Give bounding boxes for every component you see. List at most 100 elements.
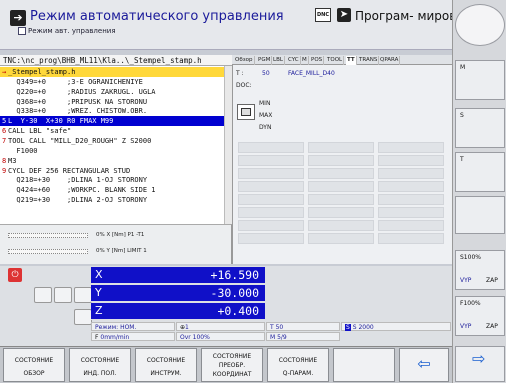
axis-key-4[interactable] xyxy=(74,309,92,325)
forward-arrow-key[interactable]: ⇨ xyxy=(455,346,505,382)
program-line[interactable]: 5L Y-30 X+30 R0 FMAX M99 xyxy=(0,116,224,127)
program-line[interactable]: F1000 xyxy=(0,146,224,156)
dyn-label: DYN xyxy=(259,124,272,131)
status-tab[interactable]: CYC xyxy=(287,56,301,65)
spindle-override-key[interactable]: S100% ZAP VYP xyxy=(455,250,505,290)
softkey-status-1[interactable]: СОСТОЯНИЕ ИНД. ПОЛ. xyxy=(69,348,131,382)
softkey-back[interactable]: ⇦ xyxy=(399,348,449,382)
status-tab[interactable]: POS xyxy=(310,56,325,65)
status-grid-cell xyxy=(378,168,444,179)
line-number: 9 xyxy=(2,166,7,175)
programming-mode-icon[interactable]: ➤ xyxy=(337,8,351,22)
s-function-key[interactable]: S xyxy=(455,108,505,148)
load-bar-x xyxy=(8,233,88,238)
program-line[interactable]: Q219=+30 ;DLINA 2-OJ STORONY xyxy=(0,195,224,205)
line-text: _Stempel_stamp.h xyxy=(8,68,76,76)
tool-name: FACE_MILL_D40 xyxy=(288,70,335,77)
t-function-key[interactable]: T xyxy=(455,152,505,192)
status-grid-cell xyxy=(238,233,304,244)
status-grid-cell xyxy=(378,181,444,192)
program-line[interactable]: Q349=+0 ;3-E OGRANICHENIYE xyxy=(0,77,224,87)
program-line[interactable]: 8 M3 xyxy=(0,156,224,166)
line-text: Q218=+30 ;DLINA 1-OJ STORONY xyxy=(8,176,148,185)
status-grid-cell xyxy=(378,233,444,244)
load-bar-y xyxy=(8,249,88,254)
status-grid-cell xyxy=(378,207,444,218)
softkey-status-4[interactable]: СОСТОЯНИЕ Q-ПАРАМ. xyxy=(267,348,329,382)
program-line[interactable]: Q368=+0 ;PRIPUSK NA STORONU xyxy=(0,97,224,107)
line-text: Q338=+0 ;WREZ. CHISTOW.OBR. xyxy=(8,107,148,116)
m-function-key[interactable]: M xyxy=(455,60,505,100)
line-text: Q219=+30 ;DLINA 2-OJ STORONY xyxy=(8,196,148,205)
softkey-label: ИНД. ПОЛ. xyxy=(83,370,117,377)
program-line[interactable]: → _Stempel_stamp.h xyxy=(0,67,224,77)
program-line[interactable]: 7 TOOL CALL "MILL_D20_ROUGH" Z S2000 xyxy=(0,136,224,146)
status-grid-cell xyxy=(308,207,374,218)
status-tabs: Обзор PGM LBL CYC M POS TOOL TT TRANS QPARA xyxy=(232,55,452,65)
status-grid-cell xyxy=(378,155,444,166)
status-tab[interactable]: Обзор xyxy=(234,56,255,65)
arrow-left-icon: ⇦ xyxy=(417,354,431,373)
axis-label: Z xyxy=(95,304,103,317)
status-tab[interactable]: TRANS xyxy=(358,56,380,65)
dnc-button[interactable]: DNC xyxy=(315,8,331,22)
status-tab[interactable]: PGM xyxy=(257,56,273,65)
softkey-status-0[interactable]: СОСТОЯНИЕ ОБЗОР xyxy=(3,348,65,382)
program-line[interactable]: 6 CALL LBL "safe" xyxy=(0,126,224,136)
program-line[interactable]: 9 CYCL DEF 256 RECTANGULAR STUD xyxy=(0,166,224,176)
axis-key-2[interactable] xyxy=(54,287,72,303)
softkey-label: СОСТОЯНИЕ xyxy=(212,353,252,360)
line-number: → xyxy=(2,68,7,76)
status-tab[interactable]: TT xyxy=(346,56,357,65)
axis-value: +0.400 xyxy=(217,304,259,318)
line-text: CALL LBL "safe" xyxy=(8,127,72,136)
axis-value: -30.000 xyxy=(210,286,259,300)
axis-label: Y xyxy=(95,286,102,299)
line-text: F1000 xyxy=(8,146,38,155)
tool-image-icon xyxy=(237,104,255,120)
status-tab[interactable]: QPARA xyxy=(379,56,401,65)
status-tab[interactable]: LBL xyxy=(272,56,285,65)
load-text-y: 0% Y [Nm] LIMIT 1 xyxy=(96,248,147,254)
status-tab[interactable]: M xyxy=(301,56,309,65)
status-grid-cell xyxy=(308,194,374,205)
softkey-status-2[interactable]: СОСТОЯНИЕ ИНСТРУМ. xyxy=(135,348,197,382)
max-label: MAX xyxy=(259,112,273,119)
program-line[interactable]: Q218=+30 ;DLINA 1-OJ STORONY xyxy=(0,175,224,185)
program-line[interactable]: Q424=+60 ;WORKPC. BLANK SIDE 1 xyxy=(0,185,224,195)
axis-key-1[interactable] xyxy=(34,287,52,303)
load-status-strip: 0% X [Nm] P1 -T1 0% Y [Nm] LIMIT 1 xyxy=(0,224,232,264)
softkey-label: СОСТОЯНИЕ xyxy=(14,357,54,364)
program-path: TNC:\nc_prog\BHB_ML11\Kla..\_Stempel_sta… xyxy=(0,55,232,66)
softkey-status-3[interactable]: СОСТОЯНИЕ ПРЕОБР. КООРДИНАТ xyxy=(201,348,263,382)
tool-field: ⊕1 xyxy=(176,322,265,331)
status-grid-cell xyxy=(378,142,444,153)
program-listing[interactable]: → _Stempel_stamp.h Q349=+0 ;3-E OGRANICHE… xyxy=(0,66,232,224)
status-grid-cell xyxy=(238,142,304,153)
status-grid-cell xyxy=(308,233,374,244)
line-text: CYCL DEF 256 RECTANGULAR STUD xyxy=(8,166,131,175)
tool-t-field: T 50 xyxy=(266,322,340,331)
status-tab[interactable]: TOOL xyxy=(326,56,345,65)
status-grid-cell xyxy=(308,220,374,231)
line-number: 7 xyxy=(2,136,7,145)
feed-override-key[interactable]: F100% ZAP VYP xyxy=(455,296,505,336)
program-line[interactable]: Q338=+0 ;WREZ. CHISTOW.OBR. xyxy=(0,106,224,116)
softkey-empty[interactable] xyxy=(333,348,395,382)
mode-title: Режим автоматического управления xyxy=(30,9,284,24)
axis-key-3[interactable] xyxy=(74,287,92,303)
s-key-label: S xyxy=(460,112,464,119)
empty-right-key[interactable] xyxy=(455,196,505,234)
program-scrollbar[interactable] xyxy=(224,66,232,224)
spindle-icon: S xyxy=(345,324,351,331)
status-grid-cell xyxy=(238,220,304,231)
axis-row-x: X +16.590 xyxy=(91,267,265,284)
program-line[interactable]: Q220=+0 ;RADIUS ZAKRUGL. UGLA xyxy=(0,87,224,97)
softkey-label: ОБЗОР xyxy=(23,370,45,377)
status-grid-cell xyxy=(308,168,374,179)
tool-t-label: T : xyxy=(236,70,244,77)
mode-sub-icon xyxy=(18,27,26,35)
status-grid-cell xyxy=(238,181,304,192)
softkey-label: ПРЕОБР. xyxy=(218,362,246,369)
mode-field: Режим: НОМ. xyxy=(91,322,175,331)
